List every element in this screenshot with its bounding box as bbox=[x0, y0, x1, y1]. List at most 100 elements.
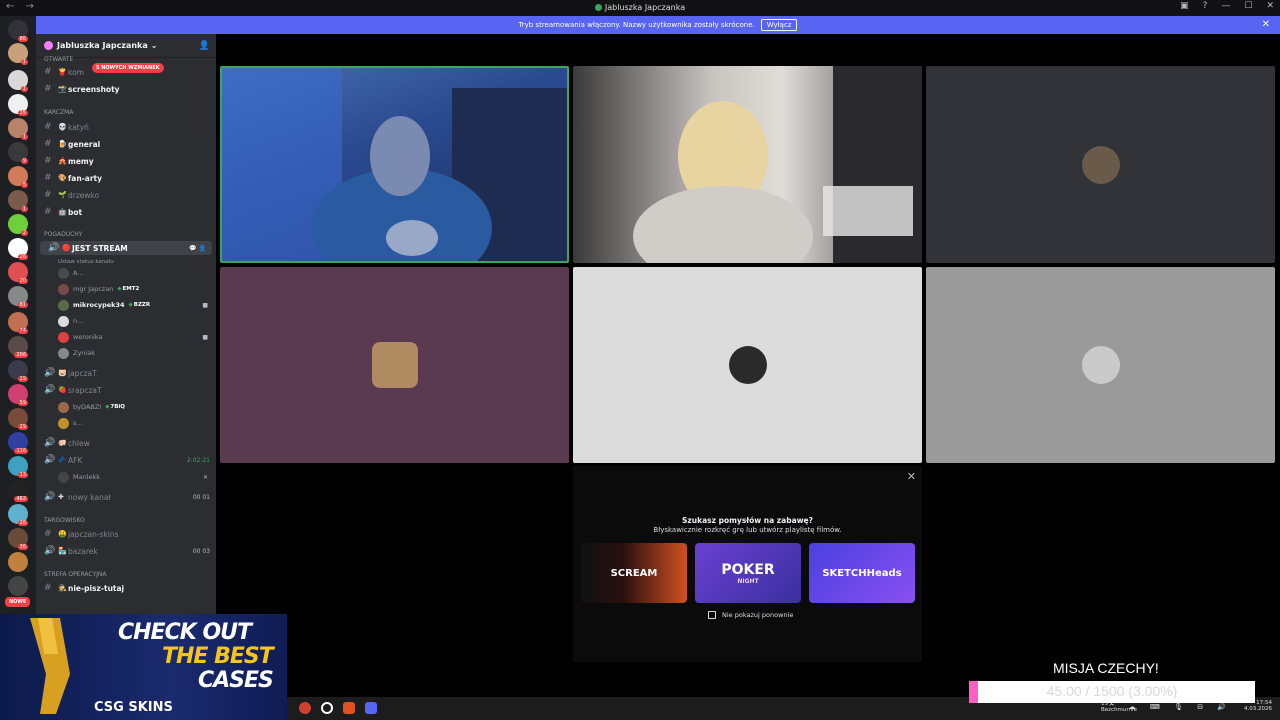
server-icon[interactable]: 5 bbox=[8, 166, 28, 188]
server-header[interactable]: Jabluszka Japczanka ⌄ 👤 bbox=[36, 34, 216, 58]
server-icon[interactable]: 59 bbox=[8, 384, 28, 406]
server-icon[interactable]: 81 bbox=[8, 286, 28, 308]
tray-icons[interactable]: ^ ☁ ⌨ 🎙 ⊟ 🔊 bbox=[1108, 703, 1232, 711]
server-icon[interactable]: 1 bbox=[8, 118, 28, 140]
server-icon[interactable]: 29 bbox=[8, 408, 28, 430]
voice-user[interactable]: byDABZI7BiQ bbox=[36, 399, 216, 415]
activity-poker[interactable]: POKER NIGHT bbox=[695, 543, 801, 603]
server-icon[interactable]: 19 bbox=[8, 360, 28, 382]
avatar bbox=[58, 401, 69, 413]
discord-icon[interactable] bbox=[365, 702, 377, 714]
video-tile[interactable] bbox=[926, 66, 1275, 263]
server-icon[interactable]: 2 bbox=[8, 214, 28, 236]
close-icon[interactable]: ✕ bbox=[907, 470, 916, 483]
channel-bot[interactable]: # 🤖 bot bbox=[36, 205, 216, 219]
speaker-icon: 🔊 bbox=[44, 438, 56, 448]
dont-show-again-checkbox[interactable]: Nie pokazuj ponownie bbox=[708, 611, 793, 619]
channel-katyn[interactable]: # 💀 katyń bbox=[36, 120, 216, 134]
palette-icon: 🎨 bbox=[58, 174, 67, 182]
activity-sketch-heads[interactable]: SKETCHHeads bbox=[809, 543, 915, 603]
add-user-icon[interactable]: 👤 bbox=[199, 41, 210, 51]
help-icon[interactable]: ? bbox=[1203, 1, 1208, 11]
voice-channel-srapczat[interactable]: 🔊 🍓 srapczaT bbox=[36, 383, 216, 397]
avatar bbox=[58, 299, 69, 311]
server-icon[interactable]: 36 bbox=[8, 528, 28, 550]
ad-headline-1: CHECK OUT bbox=[118, 620, 252, 645]
server-icon[interactable]: 1 bbox=[8, 43, 28, 65]
server-icon[interactable]: 1 bbox=[8, 70, 28, 92]
voice-user[interactable]: mgr JapczanEMT2 bbox=[36, 281, 216, 297]
banner-text: Tryb streamowania włączony. Nazwy użytko… bbox=[518, 21, 755, 29]
channel-memy[interactable]: # 🎪 memy bbox=[36, 154, 216, 168]
server-icon[interactable]: 1 bbox=[8, 190, 28, 212]
server-icon[interactable] bbox=[8, 576, 28, 596]
video-tile[interactable] bbox=[573, 66, 922, 263]
close-banner-icon[interactable]: ✕ bbox=[1262, 19, 1270, 30]
video-tile-speaking[interactable] bbox=[220, 66, 569, 263]
clan-tag: BZZR bbox=[129, 302, 150, 308]
category-pogaduchy[interactable]: POGADUCHY bbox=[36, 231, 216, 238]
voice-user[interactable]: weronika ■ bbox=[36, 329, 216, 345]
category-strefa-operacyjna[interactable]: STREFA OPERACYJNA bbox=[36, 571, 216, 578]
category-karczma[interactable]: KARCZMA bbox=[36, 109, 216, 116]
voice-channel-bazarek[interactable]: 🔊 🏪 bazarek 00 03 bbox=[36, 544, 216, 558]
chat-icon[interactable]: 💬 👤 bbox=[189, 245, 206, 252]
channel-drzewko[interactable]: # 🌱 drzewko bbox=[36, 188, 216, 202]
home-button[interactable]: 86 bbox=[8, 20, 28, 42]
app-icon[interactable] bbox=[321, 702, 333, 714]
activity-scream[interactable]: SCREAM bbox=[581, 543, 687, 603]
channel-screenshoty[interactable]: # 📸 screenshoty bbox=[36, 82, 216, 96]
title-bar: ← → Jabluszka Japczanka ▣ ? — ☐ ✕ bbox=[0, 0, 1280, 16]
speaker-icon: 🔊 bbox=[44, 492, 56, 502]
server-icon[interactable]: 13 bbox=[8, 456, 28, 478]
close-button[interactable]: ✕ bbox=[1266, 1, 1274, 11]
video-tile[interactable] bbox=[926, 267, 1275, 463]
avatar bbox=[58, 417, 69, 429]
channel-general[interactable]: # 🍺 general bbox=[36, 137, 216, 151]
voice-channel-jest-stream[interactable]: 🔊 🔴 JEST STREAM 💬 👤 bbox=[40, 241, 212, 255]
window-title: Jabluszka Japczanka bbox=[0, 3, 1280, 12]
channel-japczan-skins[interactable]: # 🤑 japczan-skins bbox=[36, 527, 216, 541]
server-icon[interactable]: 74 bbox=[8, 312, 28, 334]
checkbox-box[interactable] bbox=[708, 611, 716, 619]
voice-user[interactable]: s... bbox=[36, 415, 216, 431]
server-icon bbox=[44, 41, 53, 50]
mission-progress-text: 45.00 / 1500 (3.00%) bbox=[1046, 683, 1178, 699]
new-badge[interactable]: NOWE bbox=[5, 597, 31, 607]
voice-channel-japczat[interactable]: 🔊 🐷 japczaT bbox=[36, 366, 216, 380]
voice-channel-nowy-kanal[interactable]: 🔊 ✚ nowy kanał 00 01 bbox=[36, 490, 216, 504]
disable-streamer-mode-button[interactable]: Wyłącz bbox=[760, 19, 798, 31]
new-mentions-badge[interactable]: 5 NOWYCH WZMIANEK bbox=[92, 63, 164, 73]
server-icon[interactable]: 20 bbox=[8, 262, 28, 284]
inbox-icon[interactable]: ▣ bbox=[1180, 1, 1189, 11]
server-icon[interactable]: 9 bbox=[8, 142, 28, 164]
video-tile[interactable] bbox=[573, 267, 922, 463]
voice-channel-afk[interactable]: 🔊 💤 AFK 2:02:21 bbox=[36, 453, 216, 467]
voice-user[interactable]: A... bbox=[36, 265, 216, 281]
maximize-button[interactable]: ☐ bbox=[1244, 1, 1252, 11]
server-icon[interactable]: 116 bbox=[8, 432, 28, 454]
channel-emoji-icon: 🤑 bbox=[58, 530, 67, 538]
voice-user[interactable]: Manlekk ✕ bbox=[36, 469, 216, 485]
voice-user[interactable]: Zyniak bbox=[36, 345, 216, 361]
user-count: 00 03 bbox=[192, 547, 210, 555]
server-icon[interactable]: 462 bbox=[8, 480, 28, 502]
category-targowisko[interactable]: TARGOWISKO bbox=[36, 517, 216, 524]
voice-user[interactable]: n... bbox=[36, 313, 216, 329]
video-tile[interactable] bbox=[220, 267, 569, 463]
server-icon[interactable]: 206 bbox=[8, 336, 28, 358]
channel-nie-pisz-tutaj[interactable]: # 🕵 nie-pisz-tutaj bbox=[36, 581, 216, 595]
voice-user[interactable]: mikrocypek34BZZR■ bbox=[36, 297, 216, 313]
brave-icon[interactable] bbox=[343, 702, 355, 714]
server-icon[interactable] bbox=[8, 552, 28, 572]
minimize-button[interactable]: — bbox=[1221, 1, 1230, 11]
channel-fan-arty[interactable]: # 🎨 fan-arty bbox=[36, 171, 216, 185]
server-icon[interactable]: 26 bbox=[8, 238, 28, 260]
voice-channel-chlew[interactable]: 🔊 🐖 chlew bbox=[36, 436, 216, 450]
obs-icon[interactable] bbox=[299, 702, 311, 714]
category-label[interactable]: OTWARTE bbox=[36, 56, 216, 63]
channel-emoji-icon: 🐷 bbox=[58, 369, 67, 377]
server-icon[interactable]: 35 bbox=[8, 94, 28, 116]
server-icon[interactable]: 26 bbox=[8, 504, 28, 526]
promo-subtext: Błyskawicznie rozkręć grę lub utwórz pla… bbox=[653, 526, 842, 534]
